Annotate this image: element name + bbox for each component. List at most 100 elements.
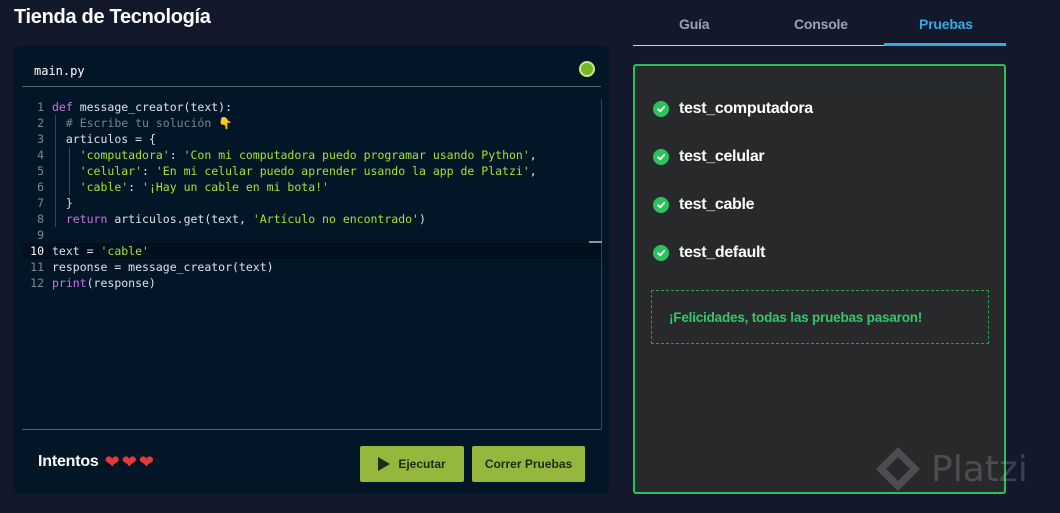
test-name: test_celular [679, 148, 765, 165]
code-line[interactable]: 4 'computadora': 'Con mi computadora pue… [22, 147, 601, 163]
indent-guide [55, 131, 56, 147]
check-circle-icon [653, 149, 669, 165]
test-result-item: test_computadora [653, 100, 813, 118]
code-token: return [65, 212, 115, 226]
code-line[interactable]: 9 [22, 227, 601, 243]
code-token: 'cable' [100, 244, 149, 258]
code-area[interactable]: 1 def message_creator(text): 2 # Escribe t… [22, 99, 601, 429]
test-result-item: test_celular [653, 148, 765, 166]
page-title: Tienda de Tecnología [14, 6, 211, 28]
indent-guide [55, 115, 56, 131]
editor-scrollbar[interactable] [601, 99, 602, 429]
tab-tests[interactable]: Pruebas [919, 16, 973, 32]
code-token: : [128, 180, 143, 194]
line-number: 2 [37, 116, 44, 130]
run-button-label: Ejecutar [398, 457, 446, 471]
hearts-group: ❤ ❤ ❤ [105, 453, 154, 471]
active-tab-indicator [884, 43, 1006, 46]
line-number: 4 [37, 148, 44, 162]
editor-footer-divider [22, 429, 601, 430]
code-token: '¡Hay un cable en mi bota!' [142, 180, 329, 194]
code-line[interactable]: 3 articulos = { [22, 131, 601, 147]
test-results-panel: test_computadora test_celular test_cable… [633, 64, 1006, 494]
code-token: articulos.get(text, [114, 212, 253, 226]
line-number: 11 [30, 260, 44, 274]
file-tab-main-py[interactable]: main.py [34, 64, 85, 78]
check-circle-icon [653, 101, 669, 117]
code-token: 'Artículo no encontrado' [252, 212, 419, 226]
code-line[interactable]: 8 return articulos.get(text, 'Artículo n… [22, 211, 601, 227]
line-number: 3 [37, 132, 44, 146]
success-message: ¡Felicidades, todas las pruebas pasaron! [669, 309, 923, 325]
attempts-indicator: Intentos ❤ ❤ ❤ [38, 453, 154, 471]
platzi-logo-icon [876, 447, 920, 491]
line-number: 12 [30, 276, 44, 290]
run-tests-button[interactable]: Correr Pruebas [472, 446, 585, 482]
panel-tabs: Guía Console Pruebas [633, 0, 1006, 46]
indent-guide [55, 147, 56, 163]
code-token: response = message_creator(text) [52, 260, 274, 274]
editor-divider [22, 86, 601, 87]
line-number: 8 [37, 212, 44, 226]
code-token: print [52, 276, 87, 290]
scrollbar-marker [589, 241, 602, 243]
code-token: ) [418, 212, 426, 226]
code-token: message_creator(text): [79, 100, 233, 114]
code-token: } [65, 196, 73, 210]
code-line[interactable]: 11 response = message_creator(text) [22, 259, 601, 275]
status-indicator-icon [579, 61, 595, 77]
code-token: 'celular' [79, 164, 143, 178]
code-line[interactable]: 2 # Escribe tu solución 👇 [22, 115, 601, 131]
indent-guide [55, 179, 56, 195]
run-button[interactable]: Ejecutar [360, 446, 464, 482]
test-result-item: test_default [653, 244, 766, 262]
code-token: : [169, 148, 184, 162]
indent-guide [69, 179, 70, 195]
code-token: 'cable' [79, 180, 129, 194]
code-token: articulos = { [65, 132, 156, 146]
attempts-label: Intentos [38, 453, 99, 470]
indent-guide [69, 163, 70, 179]
line-number: 5 [37, 164, 44, 178]
code-line[interactable]: 1 def message_creator(text): [22, 99, 601, 115]
check-circle-icon [653, 245, 669, 261]
code-editor-panel: main.py 1 def message_creator(text): 2 # E… [14, 46, 609, 494]
code-line[interactable]: 6 'cable': '¡Hay un cable en mi bota!' [22, 179, 601, 195]
heart-icon: ❤ [121, 452, 137, 472]
code-token: , [529, 148, 537, 162]
success-message-box: ¡Felicidades, todas las pruebas pasaron! [651, 290, 989, 344]
test-name: test_computadora [679, 100, 813, 117]
platzi-watermark: Platzi [873, 444, 1028, 494]
line-number: 9 [37, 228, 44, 242]
check-circle-icon [653, 197, 669, 213]
code-token: (response) [86, 276, 156, 290]
line-number: 6 [37, 180, 44, 194]
code-line[interactable]: 12 print(response) [22, 275, 601, 291]
run-tests-button-label: Correr Pruebas [484, 457, 573, 471]
code-line[interactable]: 7 } [22, 195, 601, 211]
indent-guide [55, 195, 56, 211]
line-number: 10 [30, 244, 44, 258]
line-number: 1 [37, 100, 44, 114]
code-token: def [52, 100, 80, 114]
heart-icon: ❤ [104, 452, 120, 472]
tab-console[interactable]: Console [794, 16, 848, 32]
code-token: # Escribe tu solución 👇 [65, 116, 233, 130]
heart-icon: ❤ [138, 452, 154, 472]
indent-guide [55, 163, 56, 179]
code-token: 'Con mi computadora puedo programar usan… [183, 148, 530, 162]
indent-guide [69, 147, 70, 163]
code-line[interactable]: 5 'celular': 'En mi celular puedo aprend… [22, 163, 601, 179]
code-token: 'computadora' [79, 148, 170, 162]
line-number: 7 [37, 196, 44, 210]
test-name: test_cable [679, 196, 755, 213]
watermark-text: Platzi [931, 448, 1028, 490]
code-line[interactable]: 10 text = 'cable' [22, 243, 601, 259]
tab-guide[interactable]: Guía [679, 16, 710, 32]
code-token: text = [52, 244, 101, 258]
test-name: test_default [679, 244, 766, 261]
code-token: 'En mi celular puedo aprender usando la … [155, 164, 530, 178]
